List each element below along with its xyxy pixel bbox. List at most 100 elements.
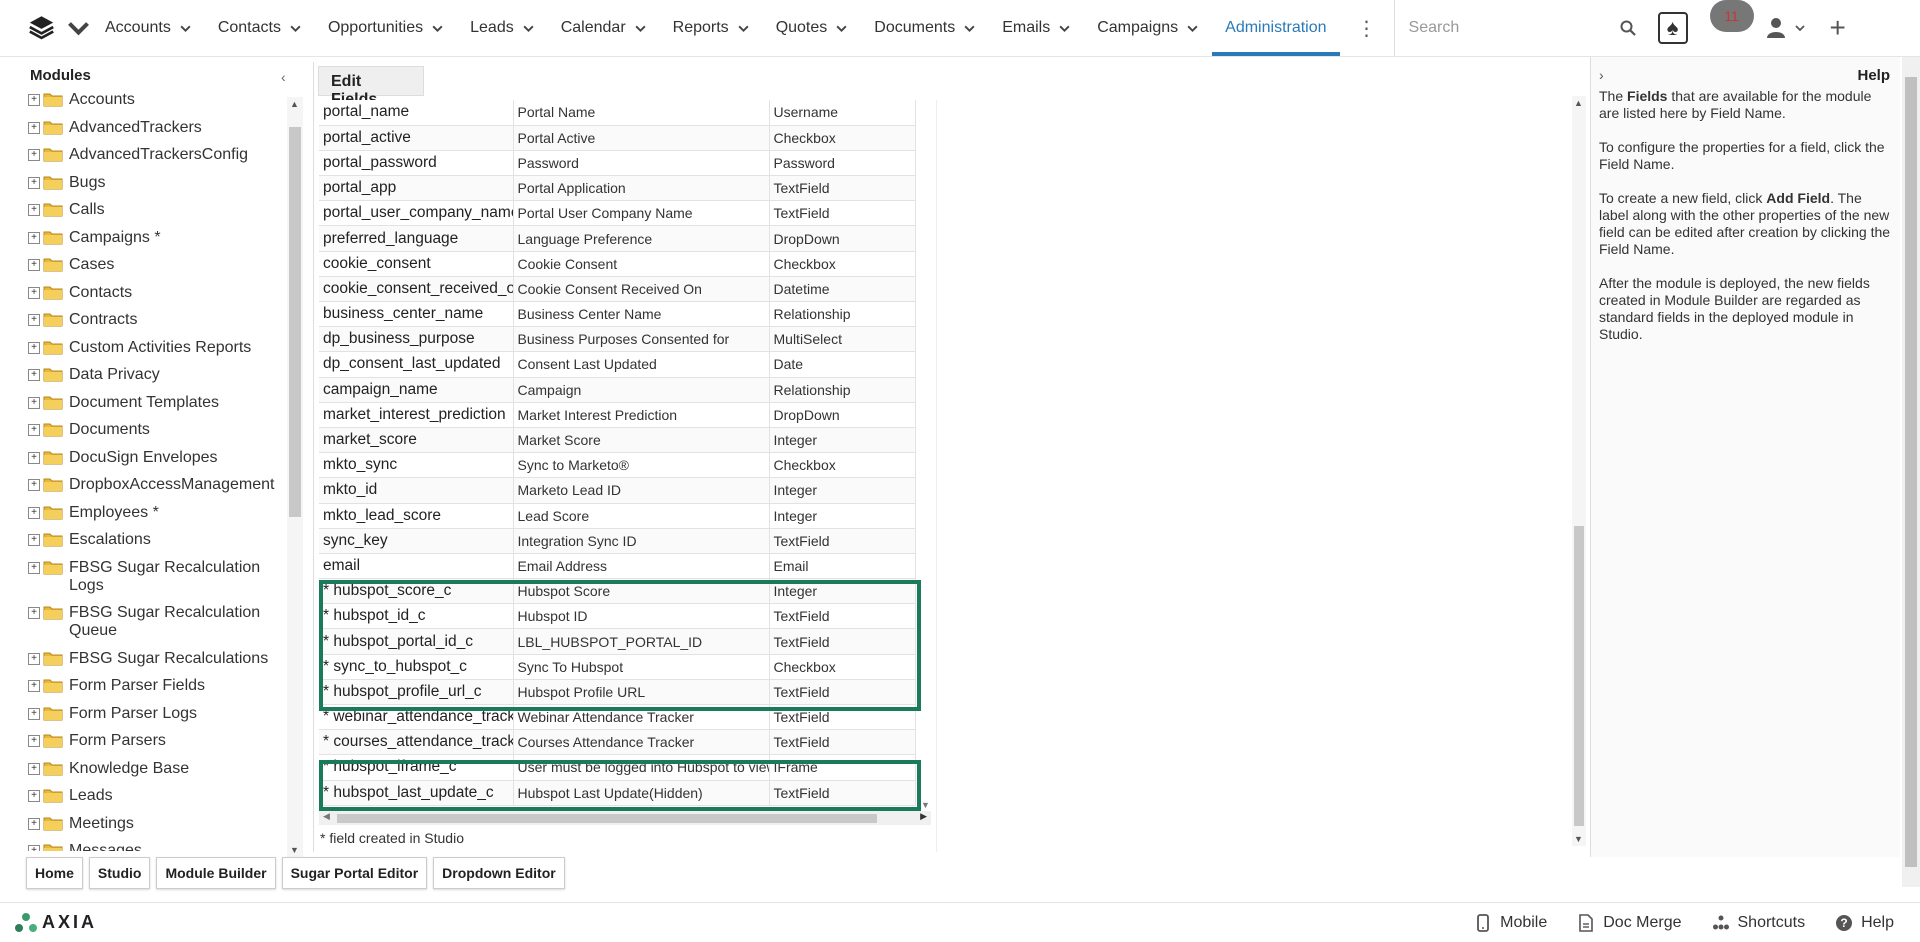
- brand-logo[interactable]: AXIA: [14, 912, 97, 934]
- scroll-down-arrow-icon[interactable]: ▼: [290, 845, 299, 855]
- field-row[interactable]: * courses_attendance_tracker_cCourses At…: [319, 729, 916, 756]
- grid-vertical-scrollbar[interactable]: ▼: [919, 100, 933, 810]
- module-tree-item[interactable]: + Cases: [28, 256, 282, 274]
- nav-tab-leads[interactable]: Leads: [457, 0, 548, 56]
- collapse-panel-icon[interactable]: ‹: [281, 69, 286, 85]
- field-name-cell[interactable]: business_center_name: [319, 301, 514, 328]
- bottom-tab-dropdown-editor[interactable]: Dropdown Editor: [433, 857, 565, 889]
- scrollbar-thumb[interactable]: [337, 814, 877, 823]
- nav-tab-campaigns[interactable]: Campaigns: [1084, 0, 1212, 56]
- scrollbar-thumb[interactable]: [1905, 77, 1917, 867]
- field-row[interactable]: business_center_name Business Center Name…: [319, 301, 916, 328]
- expand-plus-icon[interactable]: +: [28, 845, 40, 851]
- field-row[interactable]: email Email Address Email: [319, 553, 916, 580]
- field-row[interactable]: mkto_sync Sync to Marketo® Checkbox: [319, 452, 916, 479]
- mobile-link[interactable]: Mobile: [1474, 914, 1547, 932]
- expand-plus-icon[interactable]: +: [28, 451, 40, 464]
- field-row[interactable]: * sync_to_hubspot_c Sync To Hubspot Checkb…: [319, 654, 916, 680]
- field-row[interactable]: * hubspot_portal_id_c LBL_HUBSPOT_PORTAL_…: [319, 628, 916, 655]
- field-name-cell[interactable]: * hubspot_iframe_c: [319, 754, 514, 781]
- expand-panel-icon[interactable]: ›: [1599, 67, 1604, 83]
- bottom-tab-module-builder[interactable]: Module Builder: [156, 857, 276, 889]
- field-row[interactable]: portal_app Portal Application TextField: [319, 175, 916, 202]
- global-search[interactable]: [1393, 0, 1650, 56]
- field-name-cell[interactable]: portal_app: [319, 175, 514, 202]
- module-tree-item[interactable]: + Form Parsers: [28, 732, 282, 750]
- nav-tab-reports[interactable]: Reports: [660, 0, 763, 56]
- expand-plus-icon[interactable]: +: [28, 762, 40, 775]
- bottom-tab-studio[interactable]: Studio: [88, 857, 151, 889]
- expand-plus-icon[interactable]: +: [28, 341, 40, 354]
- expand-plus-icon[interactable]: +: [28, 607, 40, 619]
- expand-plus-icon[interactable]: +: [28, 369, 40, 381]
- expand-plus-icon[interactable]: +: [28, 94, 40, 106]
- field-row[interactable]: portal_active Portal Active Checkbox: [319, 125, 916, 151]
- field-name-cell[interactable]: * hubspot_score_c: [319, 578, 514, 605]
- user-menu[interactable]: [1766, 0, 1806, 56]
- scrollbar-thumb[interactable]: [1574, 526, 1584, 826]
- field-name-cell[interactable]: email: [319, 553, 514, 580]
- field-row[interactable]: * hubspot_score_c Hubspot Score Integer: [319, 578, 916, 605]
- field-name-cell[interactable]: portal_user_company_name: [319, 200, 514, 227]
- expand-plus-icon[interactable]: +: [28, 735, 40, 747]
- expand-plus-icon[interactable]: +: [28, 680, 40, 692]
- field-row[interactable]: * hubspot_profile_url_c Hubspot Profile U…: [319, 679, 916, 706]
- module-tree-item[interactable]: + Meetings: [28, 815, 282, 833]
- module-tree-item[interactable]: + Leads: [28, 787, 282, 805]
- module-tree-item[interactable]: + Contacts: [28, 284, 282, 302]
- expand-plus-icon[interactable]: +: [28, 561, 40, 574]
- field-name-cell[interactable]: * courses_attendance_tracker_c: [319, 729, 514, 756]
- expand-plus-icon[interactable]: +: [28, 231, 40, 244]
- field-row[interactable]: market_score Market Score Integer: [319, 427, 916, 454]
- module-tree-item[interactable]: + Accounts: [28, 91, 282, 109]
- scroll-down-arrow-icon[interactable]: ▼: [1574, 834, 1583, 844]
- edit-fields-tab[interactable]: Edit Fields: [318, 66, 424, 108]
- field-name-cell[interactable]: cookie_consent_received_on: [319, 276, 514, 303]
- module-tree-item[interactable]: + Employees *: [28, 504, 282, 522]
- page-scrollbar[interactable]: [1902, 57, 1920, 887]
- field-name-cell[interactable]: mkto_lead_score: [319, 503, 514, 529]
- field-row[interactable]: * hubspot_last_update_c Hubspot Last Upda…: [319, 780, 916, 806]
- quick-create-plus-icon[interactable]: +: [1830, 0, 1846, 56]
- expand-plus-icon[interactable]: +: [28, 534, 40, 546]
- module-tree-item[interactable]: + FBSG Sugar Recalculation Logs: [28, 559, 282, 595]
- scroll-up-arrow-icon[interactable]: ▲: [1574, 98, 1583, 108]
- field-row[interactable]: cookie_consent_received_on Cookie Consent…: [319, 276, 916, 303]
- expand-plus-icon[interactable]: +: [28, 176, 40, 189]
- field-name-cell[interactable]: sync_key: [319, 528, 514, 554]
- field-row[interactable]: mkto_lead_score Lead Score Integer: [319, 503, 916, 529]
- nav-tab-accounts[interactable]: Accounts: [92, 0, 205, 56]
- module-tree-item[interactable]: + Bugs: [28, 174, 282, 192]
- module-tree-item[interactable]: + Campaigns *: [28, 229, 282, 247]
- module-tree-item[interactable]: + AdvancedTrackers: [28, 119, 282, 137]
- module-tree-item[interactable]: + Custom Activities Reports: [28, 339, 282, 357]
- field-row[interactable]: * hubspot_id_c Hubspot ID TextField: [319, 603, 916, 630]
- field-name-cell[interactable]: mkto_id: [319, 477, 514, 504]
- expand-plus-icon[interactable]: +: [28, 314, 40, 326]
- field-row[interactable]: * webinar_attendance_tracker_cWebinar At…: [319, 704, 916, 731]
- module-tree-item[interactable]: + Form Parser Fields: [28, 677, 282, 695]
- field-name-cell[interactable]: dp_business_purpose: [319, 326, 514, 353]
- expand-plus-icon[interactable]: +: [28, 396, 40, 409]
- field-row[interactable]: market_interest_prediction Market Interes…: [319, 402, 916, 428]
- module-tree-item[interactable]: + Knowledge Base: [28, 760, 282, 778]
- field-name-cell[interactable]: * hubspot_profile_url_c: [319, 679, 514, 706]
- nav-tab-quotes[interactable]: Quotes: [763, 0, 862, 56]
- field-name-cell[interactable]: cookie_consent: [319, 251, 514, 277]
- module-tree-item[interactable]: + Documents: [28, 421, 282, 439]
- field-name-cell[interactable]: market_score: [319, 427, 514, 454]
- expand-plus-icon[interactable]: +: [28, 259, 40, 271]
- expand-plus-icon[interactable]: +: [28, 286, 40, 299]
- module-tree-item[interactable]: + DocuSign Envelopes: [28, 449, 282, 467]
- field-name-cell[interactable]: preferred_language: [319, 225, 514, 252]
- expand-plus-icon[interactable]: +: [28, 424, 40, 436]
- field-name-cell[interactable]: * sync_to_hubspot_c: [319, 654, 514, 680]
- module-tree-item[interactable]: + Escalations: [28, 531, 282, 549]
- nav-tab-calendar[interactable]: Calendar: [548, 0, 660, 56]
- doc-merge-link[interactable]: Doc Merge: [1577, 914, 1682, 932]
- module-tree-item[interactable]: + Messages: [28, 842, 282, 851]
- field-name-cell[interactable]: campaign_name: [319, 377, 514, 403]
- module-tree-item[interactable]: + Document Templates: [28, 394, 282, 412]
- expand-plus-icon[interactable]: +: [28, 790, 40, 802]
- scroll-down-arrow-icon[interactable]: ▼: [921, 800, 930, 810]
